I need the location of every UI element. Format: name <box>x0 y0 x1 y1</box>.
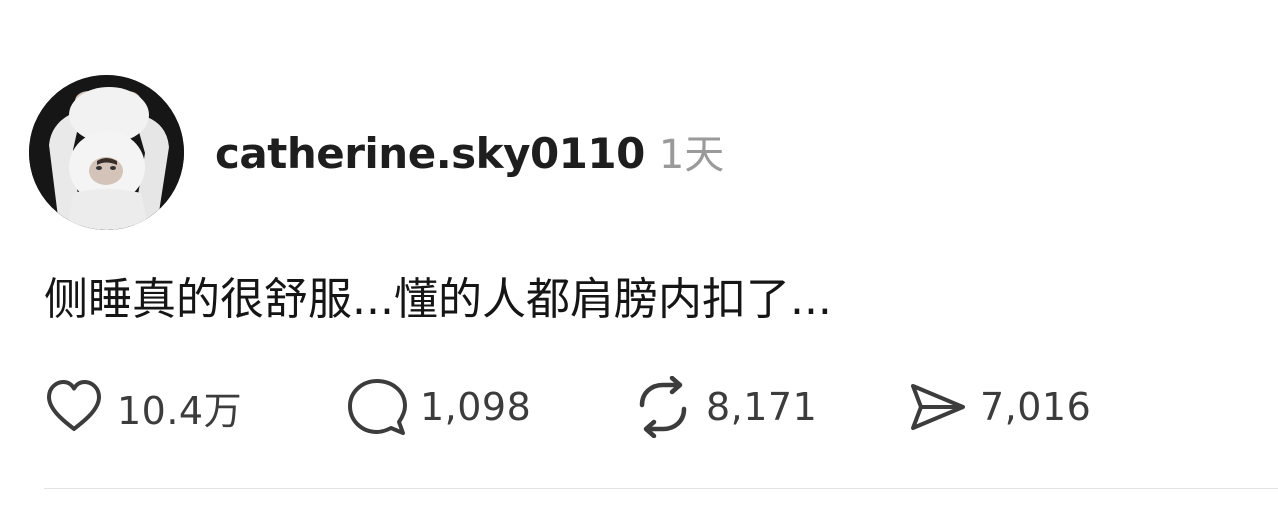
avatar[interactable] <box>29 75 184 230</box>
speech-bubble-icon <box>346 376 408 438</box>
timestamp: 1天 <box>658 132 725 178</box>
comment-button[interactable]: 1,098 <box>346 376 531 438</box>
username[interactable]: catherine.sky0110 <box>215 129 645 178</box>
post-text: 侧睡真的很舒服...懂的人都肩膀内扣了... <box>44 274 832 325</box>
like-button[interactable]: 10.4万 <box>43 376 242 438</box>
thread-post: catherine.sky0110 1天 侧睡真的很舒服...懂的人都肩膀内扣了… <box>0 0 1278 513</box>
comment-count: 1,098 <box>420 385 532 429</box>
action-bar: 10.4万 1,098 8,171 7,016 <box>0 376 1278 438</box>
send-icon <box>906 376 968 438</box>
share-button[interactable]: 7,016 <box>906 376 1091 438</box>
heart-icon <box>43 376 105 438</box>
share-count: 7,016 <box>980 385 1092 429</box>
repost-count: 8,171 <box>706 385 818 429</box>
avatar-photo <box>29 75 184 230</box>
repost-icon <box>632 376 694 438</box>
repost-button[interactable]: 8,171 <box>632 376 817 438</box>
divider <box>44 488 1278 489</box>
like-count: 10.4万 <box>117 388 243 433</box>
post-header: catherine.sky0110 1天 <box>215 122 724 178</box>
